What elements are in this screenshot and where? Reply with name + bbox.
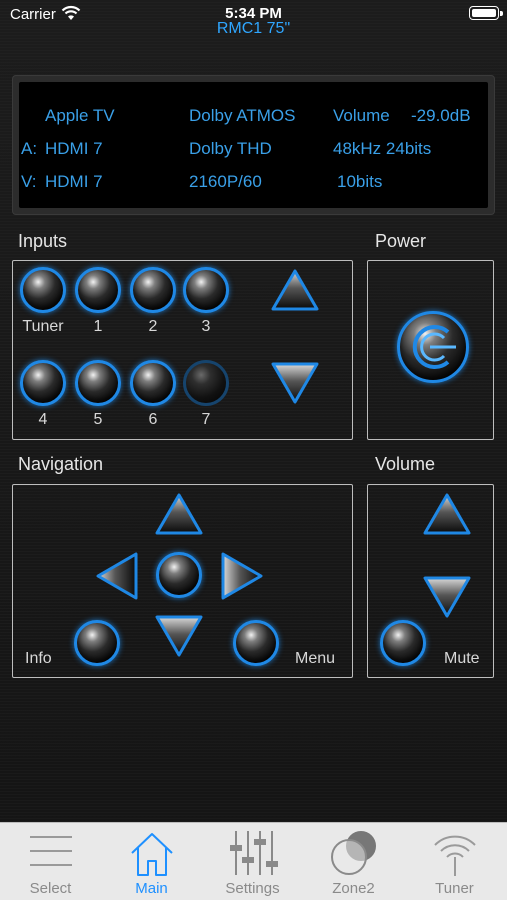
sliders-icon — [229, 831, 278, 875]
input-label-7: 7 — [201, 411, 211, 428]
menu-label: Menu — [295, 650, 336, 667]
zone-icon — [330, 831, 376, 875]
nav-left-arrow-icon[interactable] — [94, 550, 140, 602]
tab-bar: Select Main Settings Zone2 Tuner — [0, 822, 507, 900]
tab-tuner[interactable]: Tuner — [404, 823, 505, 900]
display-screen: Apple TV Dolby ATMOS Volume -29.0dB A: H… — [19, 82, 488, 208]
inputs-panel: Tuner 1 2 3 4 5 6 7 — [12, 260, 353, 440]
power-panel — [367, 260, 494, 440]
volume-title: Volume — [375, 454, 436, 474]
display-video-input: HDMI 7 — [45, 172, 103, 191]
status-bar: Carrier 5:34 PM RMC1 75" — [0, 0, 507, 44]
power-logo-icon — [412, 325, 456, 369]
input-label-6: 6 — [148, 411, 158, 428]
display-audio-codec: Dolby THD — [189, 139, 272, 158]
input-label-3: 3 — [201, 318, 211, 335]
input-label-4: 4 — [38, 411, 48, 428]
volume-down-arrow-icon[interactable] — [421, 574, 473, 620]
list-icon — [29, 836, 72, 866]
display-volume-value: -29.0dB — [411, 106, 471, 125]
home-icon — [130, 833, 173, 876]
tab-settings-label: Settings — [225, 880, 280, 897]
navigation-title: Navigation — [18, 454, 104, 474]
tab-main-label: Main — [135, 880, 168, 897]
input-up-arrow-icon[interactable] — [269, 267, 321, 313]
mute-label: Mute — [444, 650, 480, 667]
input-label-tuner: Tuner — [22, 318, 64, 335]
nav-select-button[interactable] — [156, 552, 202, 598]
display-video-depth: 10bits — [337, 172, 383, 191]
info-label: Info — [25, 650, 52, 667]
status-display: Apple TV Dolby ATMOS Volume -29.0dB A: H… — [12, 75, 495, 215]
input-button-4[interactable] — [20, 360, 66, 406]
display-volume-label: Volume — [333, 106, 390, 125]
nav-down-arrow-icon[interactable] — [153, 613, 205, 659]
volume-up-arrow-icon[interactable] — [421, 491, 473, 537]
device-name: RMC1 75" — [216, 20, 291, 37]
display-audio-rate: 48kHz 24bits — [333, 139, 432, 158]
tab-settings[interactable]: Settings — [202, 823, 303, 900]
input-button-6[interactable] — [130, 360, 176, 406]
input-down-arrow-icon[interactable] — [269, 360, 321, 406]
display-video-prefix: V: — [21, 172, 37, 191]
display-video-resolution: 2160P/60 — [189, 172, 262, 191]
info-button[interactable] — [74, 620, 120, 666]
inputs-title: Inputs — [18, 231, 68, 251]
tab-zone2-label: Zone2 — [332, 880, 375, 897]
battery-icon — [469, 6, 503, 20]
input-label-5: 5 — [93, 411, 103, 428]
input-button-5[interactable] — [75, 360, 121, 406]
mute-button[interactable] — [380, 620, 426, 666]
tab-tuner-label: Tuner — [435, 880, 474, 897]
display-audio-format: Dolby ATMOS — [189, 106, 296, 125]
nav-up-arrow-icon[interactable] — [153, 491, 205, 537]
power-title: Power — [375, 231, 427, 251]
input-button-tuner[interactable] — [20, 267, 66, 313]
input-button-7[interactable] — [183, 360, 229, 406]
display-audio-prefix: A: — [21, 139, 38, 158]
antenna-icon — [433, 835, 476, 876]
input-label-2: 2 — [148, 318, 158, 335]
tab-main[interactable]: Main — [101, 823, 202, 900]
tab-zone2[interactable]: Zone2 — [303, 823, 404, 900]
display-source: Apple TV — [45, 106, 115, 125]
navigation-panel: Info Menu — [12, 484, 353, 678]
nav-right-arrow-icon[interactable] — [219, 550, 265, 602]
display-audio-input: HDMI 7 — [45, 139, 103, 158]
tab-select[interactable]: Select — [0, 823, 101, 900]
input-label-1: 1 — [93, 318, 103, 335]
volume-panel: Mute — [367, 484, 494, 678]
input-button-1[interactable] — [75, 267, 121, 313]
menu-button[interactable] — [233, 620, 279, 666]
input-button-2[interactable] — [130, 267, 176, 313]
tab-select-label: Select — [29, 880, 72, 897]
power-button[interactable] — [397, 311, 469, 383]
input-button-3[interactable] — [183, 267, 229, 313]
